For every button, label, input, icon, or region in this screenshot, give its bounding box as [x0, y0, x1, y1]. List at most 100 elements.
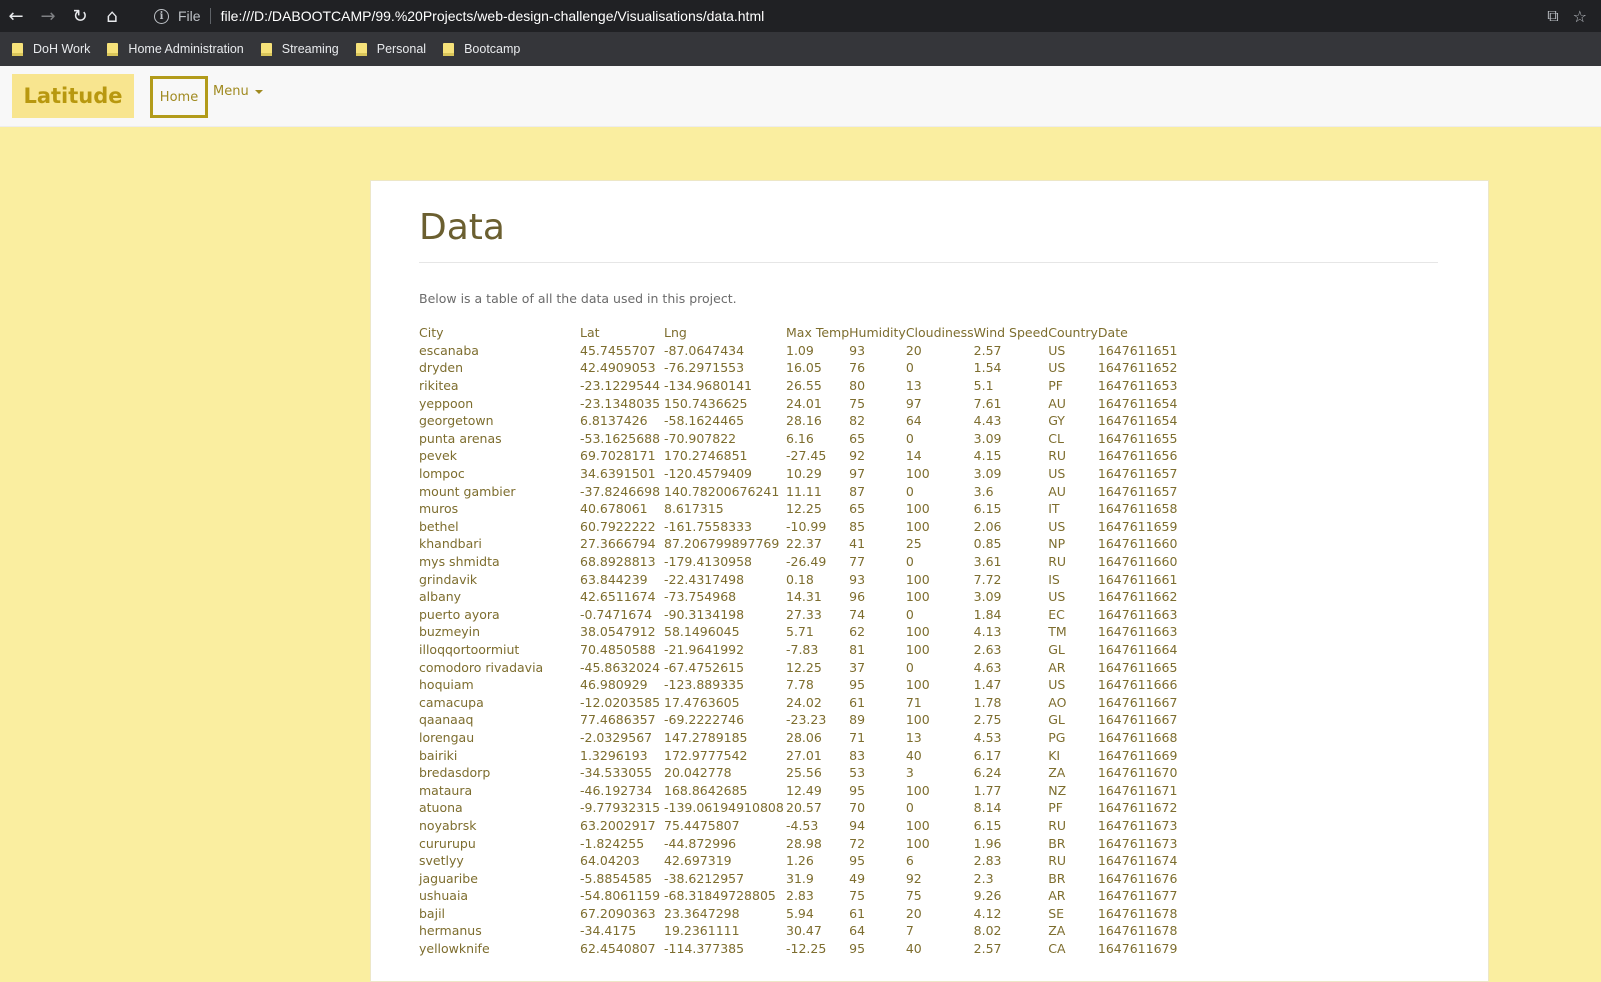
- cell-lat: -54.8061159: [580, 888, 661, 904]
- cell-city: muros: [419, 501, 459, 517]
- cell-city: mys shmidta: [419, 554, 500, 570]
- cell-max-temp: -7.83: [786, 641, 819, 657]
- cell-cloudiness: 13: [905, 378, 922, 394]
- cell-city: escanaba: [419, 342, 479, 358]
- cell-wind-speed: 4.12: [973, 905, 1002, 921]
- cell-lat: -2.0329567: [580, 729, 653, 745]
- header-lat: Lat: [580, 325, 600, 341]
- cell-wind-speed: 1.96: [973, 835, 1002, 851]
- cell-lng: 147.2789185: [664, 729, 748, 745]
- cell-country: RU: [1048, 554, 1067, 570]
- cell-lng: 20.042778: [664, 765, 732, 781]
- cell-date: 1647611653: [1097, 378, 1178, 394]
- cell-cloudiness: 0: [905, 483, 914, 499]
- cell-lat: -53.1625688: [580, 430, 661, 446]
- brand-logo[interactable]: Latitude: [12, 74, 134, 118]
- folder-icon: [355, 43, 367, 56]
- cell-cloudiness: 100: [905, 624, 930, 640]
- cell-date: 1647611658: [1097, 501, 1178, 517]
- cell-wind-speed: 9.26: [973, 888, 1002, 904]
- cell-humidity: 74: [849, 606, 866, 622]
- cell-cloudiness: 100: [905, 501, 930, 517]
- table-row: mataura -46.192734 168.8642685 12.49 95 100 1.…: [419, 781, 1177, 799]
- address-bar[interactable]: i File file:///D:/DABOOTCAMP/99.%20Proje…: [140, 0, 1547, 32]
- cell-humidity: 96: [849, 589, 866, 605]
- cell-wind-speed: 4.53: [973, 729, 1002, 745]
- nav-menu-dropdown[interactable]: Menu: [213, 84, 263, 99]
- cell-date: 1647611657: [1097, 483, 1178, 499]
- cell-lng: -134.9680141: [664, 378, 753, 394]
- cell-date: 1647611656: [1097, 448, 1178, 464]
- table-row: rikitea -23.1229544 -134.9680141 26.55 80 13 5…: [419, 377, 1177, 395]
- table-row: camacupa -12.0203585 17.4763605 24.02 61 71 1.…: [419, 693, 1177, 711]
- cell-lat: -37.8246698: [580, 483, 661, 499]
- bookmark-streaming[interactable]: Streaming: [260, 42, 339, 56]
- cell-date: 1647611651: [1097, 342, 1178, 358]
- cell-humidity: 92: [849, 448, 866, 464]
- cell-max-temp: 28.98: [786, 835, 822, 851]
- cell-city: comodoro rivadavia: [419, 659, 544, 675]
- cell-city: hoquiam: [419, 677, 474, 693]
- url-text[interactable]: file:///D:/DABOOTCAMP/99.%20Projects/web…: [221, 8, 765, 24]
- cell-city: mount gambier: [419, 483, 516, 499]
- forward-arrow-icon[interactable]: →: [32, 0, 64, 32]
- bookmark-doh-work[interactable]: DoH Work: [12, 42, 90, 56]
- bookmark-home-administration[interactable]: Home Administration: [107, 42, 244, 56]
- cell-cloudiness: 6: [905, 853, 914, 869]
- cell-country: CA: [1048, 941, 1066, 957]
- table-row: ushuaia -54.8061159 -68.31849728805 2.83 75 7…: [419, 887, 1177, 905]
- cell-wind-speed: 3.6: [973, 483, 994, 499]
- cell-city: illoqqortoormiut: [419, 641, 520, 657]
- nav-home-link[interactable]: Home: [150, 76, 208, 118]
- cell-country: EC: [1048, 606, 1065, 622]
- cell-lat: -45.8632024: [580, 659, 661, 675]
- cell-humidity: 75: [849, 888, 866, 904]
- info-icon[interactable]: i: [154, 8, 169, 24]
- cell-city: yeppoon: [419, 395, 474, 411]
- cell-cloudiness: 13: [905, 729, 922, 745]
- cell-humidity: 76: [849, 360, 866, 376]
- reload-icon[interactable]: ↻: [64, 0, 96, 32]
- cell-lng: -69.2222746: [664, 712, 745, 728]
- cell-lng: -38.6212957: [664, 870, 745, 886]
- cell-max-temp: 27.33: [786, 606, 822, 622]
- table-row: bredasdorp -34.533055 20.042778 25.56 53 3 6.2…: [419, 764, 1177, 782]
- cell-cloudiness: 40: [905, 941, 922, 957]
- cell-humidity: 95: [849, 677, 866, 693]
- home-icon[interactable]: ⌂: [96, 0, 128, 32]
- table-row: albany 42.6511674 -73.754968 14.31 96 100 3.09…: [419, 588, 1177, 606]
- table-body: escanaba 45.7455707 -87.0647434 1.09 93 20 2.5…: [419, 342, 1177, 958]
- cell-lat: 46.980929: [580, 677, 648, 693]
- cell-lng: 58.1496045: [664, 624, 740, 640]
- cell-wind-speed: 1.47: [973, 677, 1002, 693]
- cell-humidity: 49: [849, 870, 866, 886]
- header-city: City: [419, 325, 444, 341]
- back-arrow-icon[interactable]: ←: [0, 0, 32, 32]
- bookmark-bootcamp[interactable]: Bootcamp: [443, 42, 520, 56]
- cell-lat: 69.7028171: [580, 448, 656, 464]
- cell-lat: -46.192734: [580, 782, 653, 798]
- cell-wind-speed: 2.3: [973, 870, 994, 886]
- cell-cloudiness: 20: [905, 342, 922, 358]
- cell-country: RU: [1048, 853, 1067, 869]
- cell-cloudiness: 20: [905, 905, 922, 921]
- share-icon[interactable]: ⧉: [1547, 6, 1558, 26]
- bookmark-star-icon[interactable]: ☆: [1573, 7, 1587, 26]
- cell-country: BR: [1048, 835, 1066, 851]
- cell-wind-speed: 4.43: [973, 413, 1002, 429]
- cell-city: buzmeyin: [419, 624, 481, 640]
- bookmark-personal[interactable]: Personal: [355, 42, 426, 56]
- cell-lng: -87.0647434: [664, 342, 745, 358]
- cell-lng: -123.889335: [664, 677, 745, 693]
- cell-lng: -76.2971553: [664, 360, 745, 376]
- cell-lat: -23.1348035: [580, 395, 661, 411]
- cell-cloudiness: 3: [905, 765, 914, 781]
- cell-date: 1647611671: [1097, 782, 1178, 798]
- table-row: pevek 69.7028171 170.2746851 -27.45 92 14 4.15…: [419, 447, 1177, 465]
- cell-country: IS: [1048, 571, 1060, 587]
- cell-city: khandbari: [419, 536, 482, 552]
- cell-max-temp: 6.16: [786, 430, 814, 446]
- cell-lng: 8.617315: [664, 501, 724, 517]
- cell-lng: -139.06194910808: [664, 800, 784, 816]
- cell-max-temp: 10.29: [786, 466, 822, 482]
